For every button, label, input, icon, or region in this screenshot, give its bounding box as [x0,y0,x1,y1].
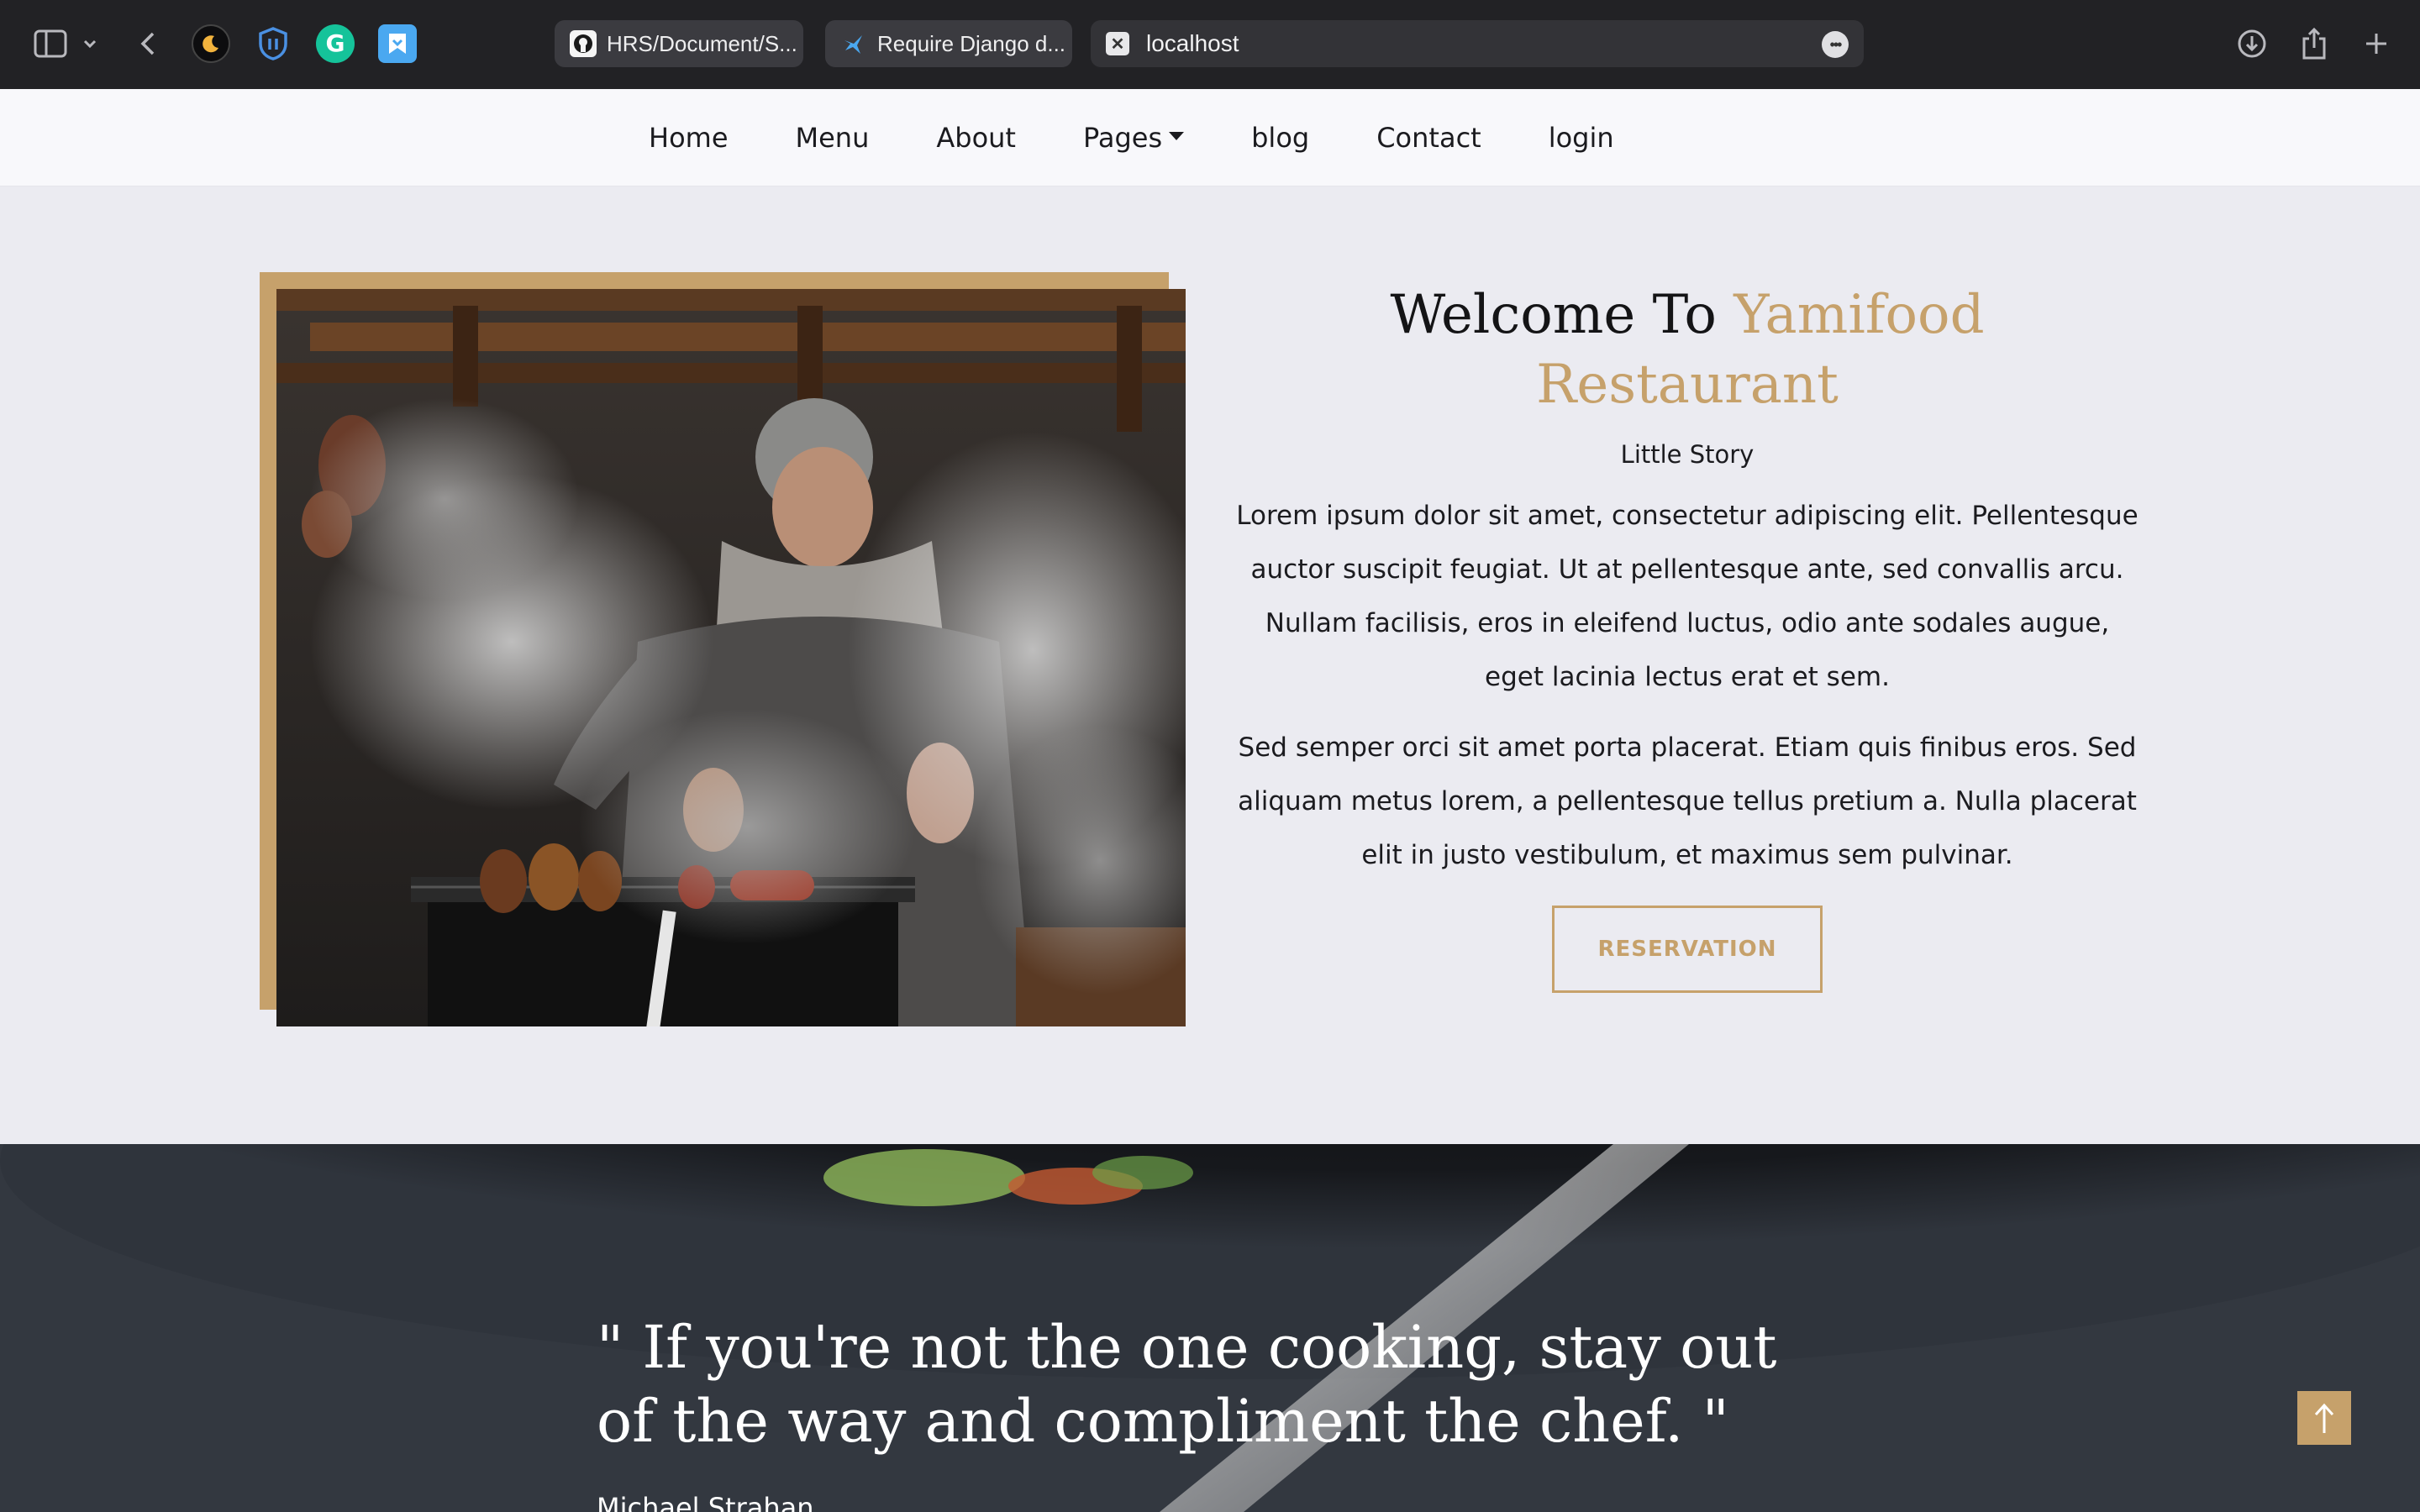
bird-icon [840,30,867,57]
address-bar[interactable]: ✕ localhost ••• [1091,20,1864,67]
nav-contact[interactable]: Contact [1376,122,1481,154]
new-tab-icon[interactable] [2354,22,2398,66]
browser-tab-django[interactable]: Require Django d... [825,20,1072,67]
quote-author: Michael Strahan [597,1492,814,1512]
about-section: Welcome To Yamifood Restaurant Little St… [0,186,2420,1144]
tab-label: Require Django d... [877,30,1066,56]
browser-toolbar: G HRS/Document/S... Require Django d... … [0,0,2420,89]
more-options-icon[interactable]: ••• [1822,31,1849,58]
about-paragraph-2: Sed semper orci sit amet porta placerat.… [1238,732,2137,871]
site-favicon-icon: ✕ [1106,32,1129,55]
bookmark-icon[interactable] [378,24,417,63]
title-prefix: Welcome To [1390,284,1717,346]
chevron-down-icon[interactable] [77,22,103,66]
nav-blog[interactable]: blog [1251,122,1309,154]
dark-mode-icon[interactable] [192,24,230,63]
about-title: Welcome To Yamifood Restaurant [1234,281,2141,420]
nav-about[interactable]: About [936,122,1016,154]
scroll-to-top-button[interactable] [2297,1391,2351,1445]
tab-label: HRS/Document/S... [607,30,797,56]
quote-text: " If you're not the one cooking, stay ou… [597,1313,1777,1456]
quote-section: " If you're not the one cooking, stay ou… [0,1144,2420,1512]
shield-icon[interactable] [254,24,292,63]
chef-grilling-photo [276,289,1186,1026]
back-icon[interactable] [126,22,170,66]
site-navbar: Home Menu About Pages blog Contact login [0,89,2420,186]
nav-login[interactable]: login [1549,122,1614,154]
grammarly-icon[interactable]: G [316,24,355,63]
sidebar-toggle-icon[interactable] [29,22,72,66]
download-icon[interactable] [2230,22,2274,66]
about-paragraph-1: Lorem ipsum dolor sit amet, consectetur … [1236,501,2139,693]
nav-pages-dropdown[interactable]: Pages [1082,121,1185,154]
share-icon[interactable] [2292,22,2336,66]
nav-home[interactable]: Home [649,122,729,154]
nav-pages-label: Pages [1082,121,1163,154]
caret-down-icon [1169,131,1185,140]
url-text: localhost [1146,30,1239,56]
about-subtitle: Little Story [1620,440,1754,470]
arrow-up-icon [2314,1403,2334,1433]
about-content: Welcome To Yamifood Restaurant Little St… [1234,281,2141,994]
reservation-button[interactable]: RESERVATION [1552,906,1823,994]
browser-tab-github[interactable]: HRS/Document/S... [555,20,803,67]
github-icon [570,30,597,57]
nav-menu[interactable]: Menu [796,122,870,154]
